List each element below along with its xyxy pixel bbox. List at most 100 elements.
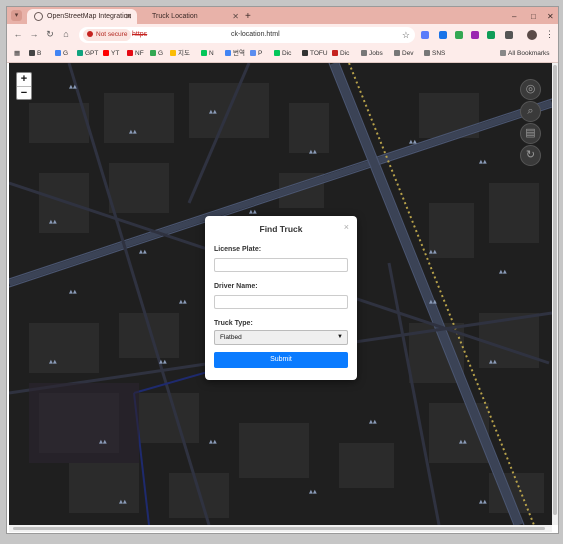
extension-icon[interactable] — [455, 31, 463, 39]
find-truck-modal: Find Truck × License Plate: Driver Name:… — [205, 216, 357, 380]
svg-text:▲▲: ▲▲ — [129, 129, 137, 135]
new-tab-button[interactable]: + — [245, 9, 251, 24]
all-bookmarks-button[interactable]: All Bookmarks — [500, 46, 550, 62]
search-icon[interactable]: ⌕ — [520, 101, 541, 122]
bookmark-item[interactable]: 지도 — [170, 46, 190, 62]
tab-search-button[interactable]: ▾ — [11, 10, 22, 21]
extension-icon[interactable] — [421, 31, 429, 39]
bookmark-item[interactable]: N — [201, 46, 214, 62]
bookmark-label: Dic — [282, 50, 292, 57]
tab-openstreetmap[interactable]: OpenStreetMap Integration ✕ — [27, 9, 137, 24]
svg-text:▲▲: ▲▲ — [209, 109, 217, 115]
extension-icon[interactable] — [487, 31, 495, 39]
security-chip-label: Not secure — [96, 31, 128, 38]
scrollbar-thumb[interactable] — [13, 527, 545, 530]
svg-text:▲▲: ▲▲ — [119, 499, 127, 505]
bookmark-item[interactable]: 번역 — [225, 46, 245, 62]
bookmark-label: B — [37, 50, 42, 57]
map-viewport[interactable]: ▲▲ ▲▲ ▲▲ ▲▲ ▲▲ ▲▲ ▲▲ ▲▲ ▲▲ ▲▲ ▲▲ ▲▲ ▲▲ ▲▲ ▲▲ ▲▲ ▲▲ ▲… — [9, 63, 552, 525]
extension-icon[interactable] — [505, 31, 513, 39]
bookmark-label: YT — [111, 50, 120, 57]
bookmark-favicon-icon — [55, 49, 61, 56]
bookmark-item[interactable]: B — [29, 46, 41, 62]
close-icon[interactable]: ✕ — [125, 9, 132, 24]
back-button[interactable]: ← — [12, 29, 24, 39]
bookmark-label: G — [158, 50, 164, 57]
bookmark-item[interactable]: SNS — [424, 46, 445, 62]
home-button[interactable]: ⌂ — [60, 29, 72, 39]
profile-avatar[interactable] — [527, 30, 537, 40]
bookmark-favicon-icon — [394, 49, 400, 56]
svg-text:▲▲: ▲▲ — [309, 149, 317, 155]
bookmark-favicon-icon — [225, 49, 231, 56]
minimize-button[interactable]: – — [512, 9, 516, 24]
url-path: ck-location.html — [231, 31, 280, 38]
bookmark-item[interactable]: NF — [127, 46, 144, 62]
tab-label: OpenStreetMap Integration — [47, 13, 132, 20]
svg-text:▲▲: ▲▲ — [459, 439, 467, 445]
bookmark-label: 번역 — [233, 50, 245, 57]
horizontal-scrollbar[interactable] — [9, 525, 552, 532]
zoom-in-button[interactable]: + — [17, 73, 31, 87]
bookmark-favicon-icon — [29, 49, 35, 56]
bookmark-favicon-icon — [302, 49, 308, 56]
browser-window: ▾ OpenStreetMap Integration ✕ Truck Loca… — [6, 6, 559, 534]
url-scheme: https — [132, 31, 148, 38]
license-plate-input[interactable] — [214, 258, 348, 272]
bookmark-favicon-icon — [127, 49, 133, 56]
truck-type-select[interactable]: Flatbed ▼ — [214, 330, 348, 345]
bookmark-star-icon[interactable]: ☆ — [402, 27, 410, 43]
bookmark-label: Dev — [402, 50, 414, 57]
truck-type-value: Flatbed — [220, 334, 242, 341]
svg-text:▲▲: ▲▲ — [49, 359, 57, 365]
extension-icon[interactable] — [471, 31, 479, 39]
bookmarks-bar: ▦ B G GPT YT NF G 지도 N 번역 P Dic TOFU Dic Jobs Dev SNS A… — [7, 46, 558, 63]
bookmark-label: G — [63, 50, 69, 57]
bookmark-item[interactable]: G — [150, 46, 163, 62]
svg-text:▲▲: ▲▲ — [139, 249, 147, 255]
maximize-button[interactable]: □ — [531, 9, 536, 24]
refresh-icon[interactable]: ↻ — [520, 145, 541, 166]
vertical-scrollbar[interactable] — [552, 63, 558, 525]
address-bar[interactable]: Not secure https ck-location.html ☆ — [79, 27, 415, 43]
bookmark-favicon-icon — [274, 49, 280, 56]
svg-text:▲▲: ▲▲ — [69, 289, 77, 295]
bookmark-item[interactable]: P — [250, 46, 262, 62]
bookmark-item[interactable]: TOFU — [302, 46, 328, 62]
bookmark-item[interactable]: Dic — [274, 46, 291, 62]
bookmark-item[interactable]: YT — [103, 46, 119, 62]
scrollbar-thumb[interactable] — [553, 65, 557, 515]
browser-toolbar: ← → ↻ ⌂ Not secure https ck-location.htm… — [7, 24, 558, 46]
bookmark-favicon-icon — [103, 49, 109, 56]
bookmark-favicon-icon — [361, 49, 367, 56]
close-icon[interactable]: × — [344, 222, 349, 232]
extension-icon[interactable] — [439, 31, 447, 39]
close-icon[interactable]: ✕ — [232, 9, 239, 24]
driver-name-input[interactable] — [214, 295, 348, 309]
svg-text:▲▲: ▲▲ — [209, 439, 217, 445]
forward-button[interactable]: → — [28, 29, 40, 39]
bookmark-item[interactable]: G — [55, 46, 68, 62]
apps-icon[interactable]: ▦ — [14, 46, 20, 62]
svg-text:▲▲: ▲▲ — [309, 489, 317, 495]
bookmark-item[interactable]: GPT — [77, 46, 98, 62]
zoom-control: + − — [16, 72, 32, 100]
bookmark-item[interactable]: Dev — [394, 46, 414, 62]
security-chip[interactable]: Not secure — [83, 29, 132, 41]
tab-truck-location[interactable]: Truck Location ✕ — [140, 9, 244, 24]
all-bookmarks-label: All Bookmarks — [508, 50, 550, 57]
submit-button[interactable]: Submit — [214, 352, 348, 368]
svg-text:▲▲: ▲▲ — [429, 299, 437, 305]
reload-button[interactable]: ↻ — [44, 29, 56, 40]
close-window-button[interactable]: ✕ — [547, 9, 554, 24]
bookmark-item[interactable]: Jobs — [361, 46, 383, 62]
browser-menu-icon[interactable]: ⋮ — [545, 29, 554, 40]
svg-text:▲▲: ▲▲ — [69, 84, 77, 90]
svg-text:▲▲: ▲▲ — [159, 359, 167, 365]
locate-icon[interactable]: ◎ — [520, 79, 541, 100]
bookmark-label: Jobs — [369, 50, 383, 57]
bookmark-item[interactable]: Dic — [332, 46, 349, 62]
layers-icon[interactable]: ▤ — [520, 123, 541, 144]
license-plate-label: License Plate: — [214, 246, 262, 253]
zoom-out-button[interactable]: − — [17, 87, 31, 100]
